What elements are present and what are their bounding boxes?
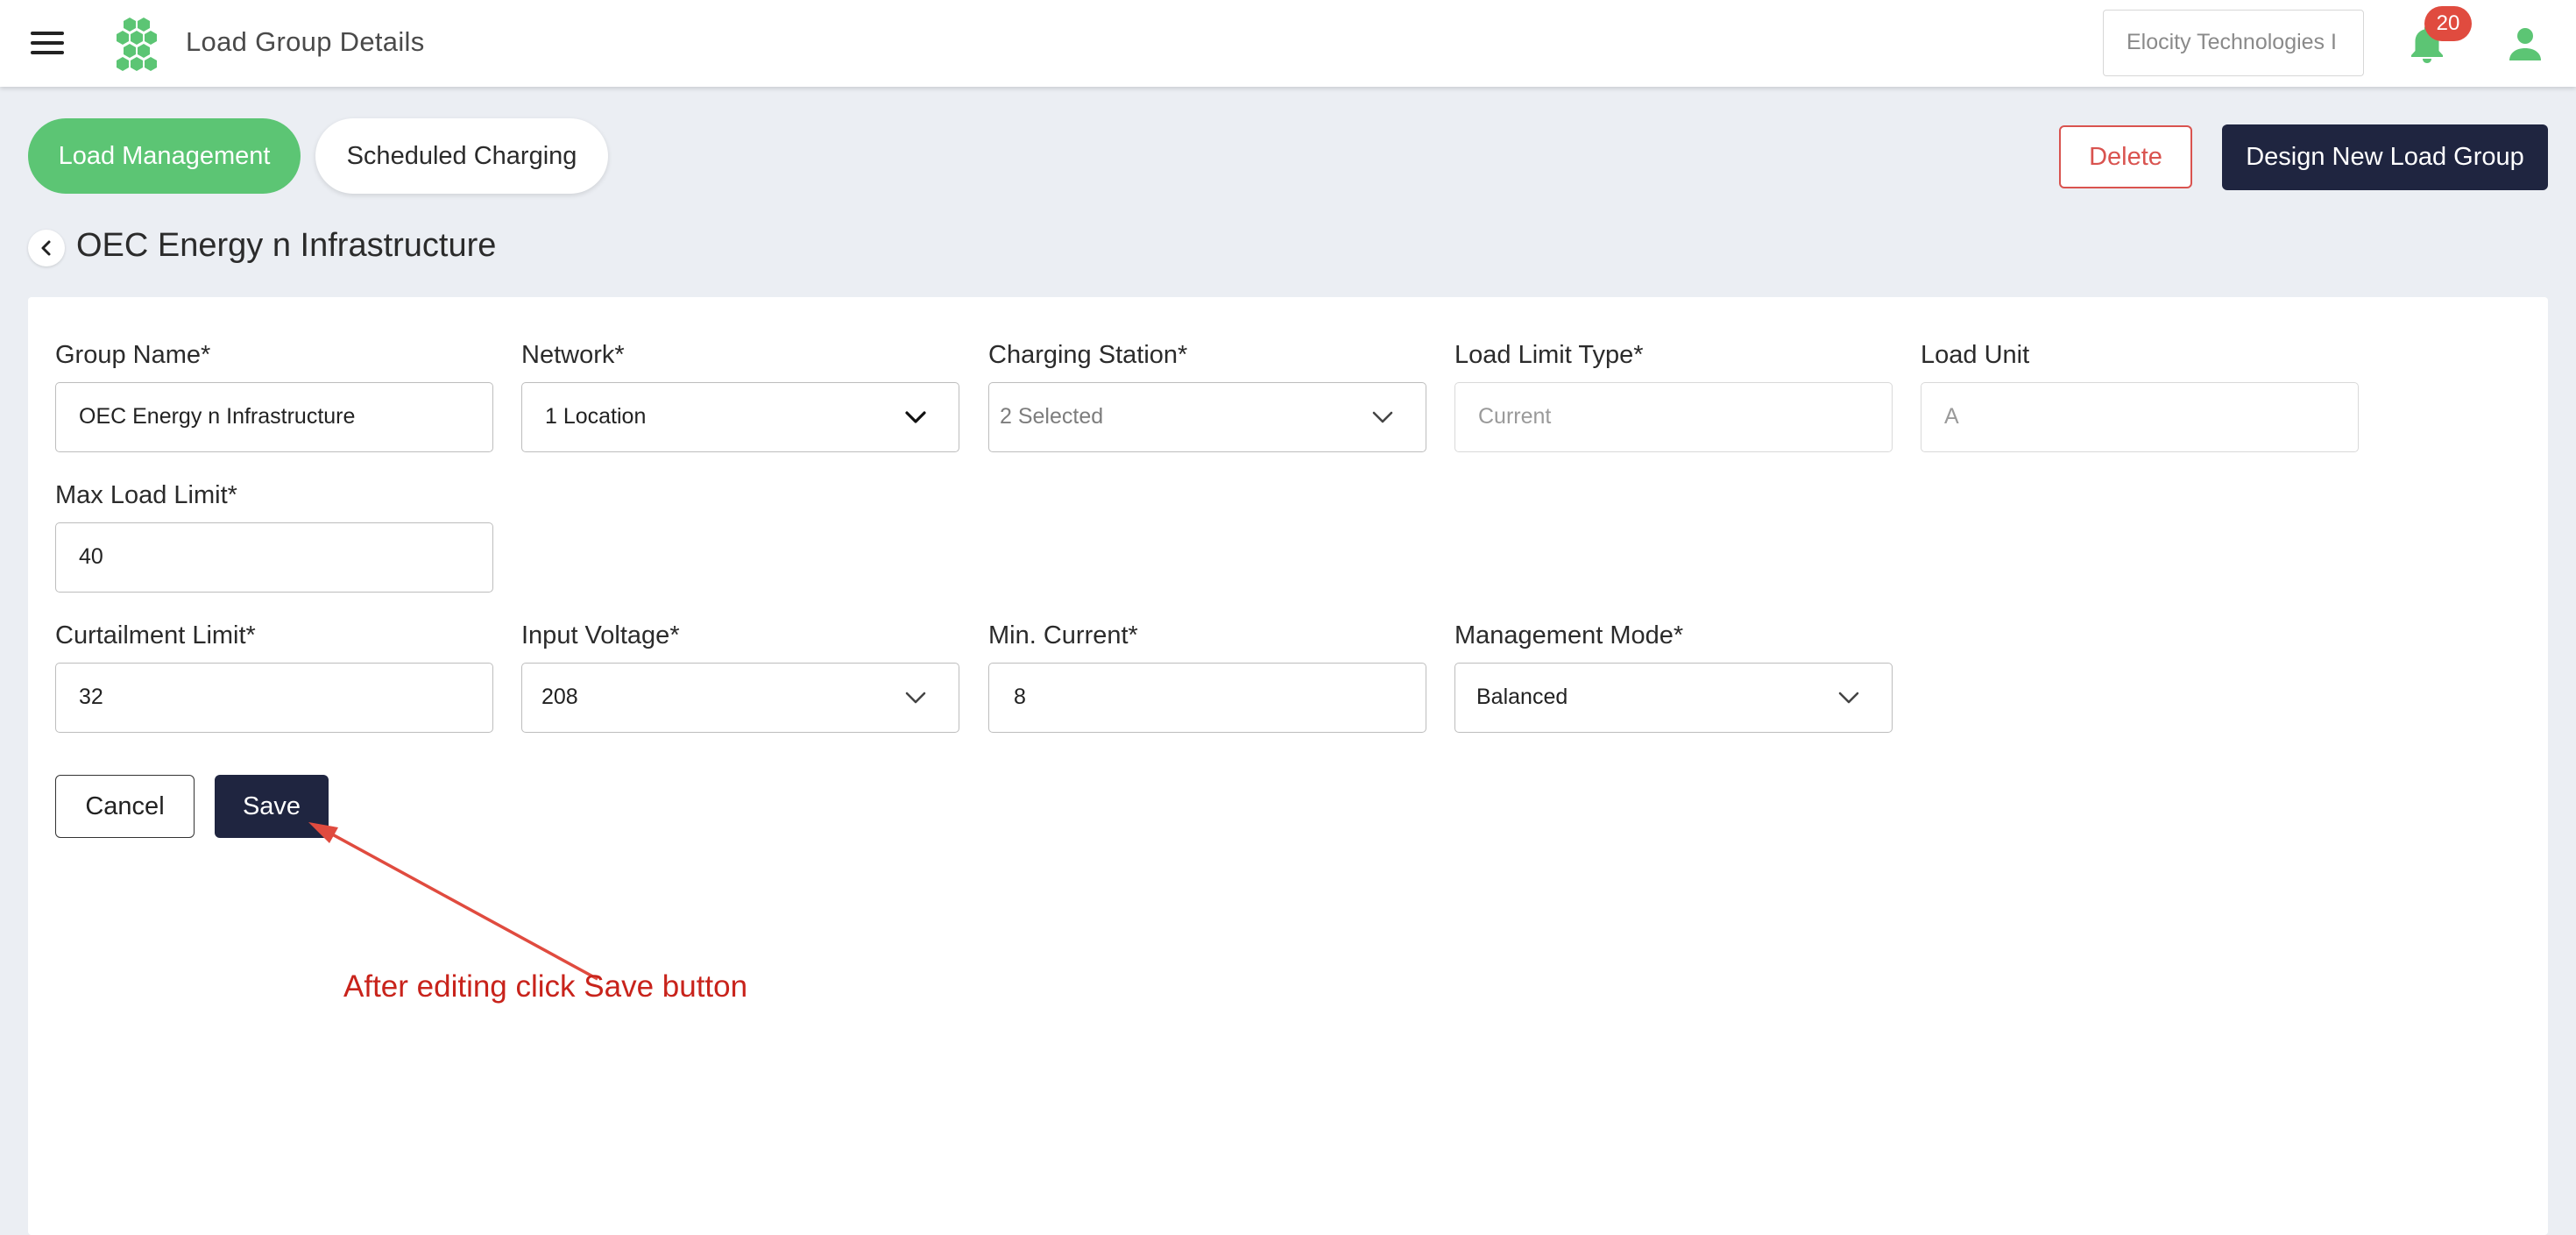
load-limit-type-label: Load Limit Type* [1454, 341, 1644, 369]
curtailment-limit-input[interactable]: 32 [55, 663, 493, 733]
charging-station-label: Charging Station* [988, 341, 1188, 369]
min-current-label: Min. Current* [988, 621, 1138, 649]
curtailment-limit-label: Curtailment Limit* [55, 621, 256, 649]
chevron-down-icon [1372, 411, 1393, 423]
load-unit-field: A [1921, 382, 2359, 452]
management-mode-label: Management Mode* [1454, 621, 1684, 649]
page-title: OEC Energy n Infrastructure [76, 227, 497, 264]
load-limit-type-field: Current [1454, 382, 1893, 452]
chevron-down-icon [905, 692, 926, 704]
app-title: Load Group Details [186, 26, 425, 57]
group-name-label: Group Name* [55, 341, 211, 369]
delete-button[interactable]: Delete [2059, 125, 2192, 188]
organization-selector[interactable]: Elocity Technologies I [2103, 10, 2364, 76]
hamburger-menu-icon[interactable] [31, 30, 66, 56]
max-load-limit-input[interactable]: 40 [55, 522, 493, 593]
input-voltage-select[interactable]: 208 [521, 663, 959, 733]
network-label: Network* [521, 341, 625, 369]
network-select[interactable]: 1 Location [521, 382, 959, 452]
management-mode-select[interactable]: Balanced [1454, 663, 1893, 733]
chevron-down-icon [1838, 692, 1859, 704]
hexagon-logo-icon [117, 18, 157, 71]
save-button[interactable]: Save [215, 775, 329, 838]
input-voltage-select-value: 208 [541, 685, 578, 709]
min-current-input[interactable]: 8 [988, 663, 1426, 733]
tab-scheduled-charging[interactable]: Scheduled Charging [315, 118, 608, 194]
chevron-left-icon [41, 240, 51, 256]
charging-station-select-value: 2 Selected [1000, 404, 1104, 429]
chevron-down-icon [905, 411, 926, 423]
tab-load-management[interactable]: Load Management [28, 118, 301, 194]
management-mode-select-value: Balanced [1476, 685, 1568, 709]
top-bar: Load Group Details Elocity Technologies … [0, 0, 2576, 87]
notification-badge: 20 [2424, 6, 2472, 41]
input-voltage-label: Input Voltage* [521, 621, 680, 649]
back-button[interactable] [28, 230, 65, 266]
network-select-value: 1 Location [545, 404, 647, 429]
charging-station-select[interactable]: 2 Selected [988, 382, 1426, 452]
user-icon[interactable] [2508, 26, 2543, 61]
annotation-text: After editing click Save button [343, 969, 748, 1004]
cancel-button[interactable]: Cancel [55, 775, 195, 838]
load-unit-label: Load Unit [1921, 341, 2030, 369]
group-name-input[interactable]: OEC Energy n Infrastructure [55, 382, 493, 452]
design-new-load-group-button[interactable]: Design New Load Group [2222, 124, 2548, 190]
max-load-limit-label: Max Load Limit* [55, 481, 237, 509]
